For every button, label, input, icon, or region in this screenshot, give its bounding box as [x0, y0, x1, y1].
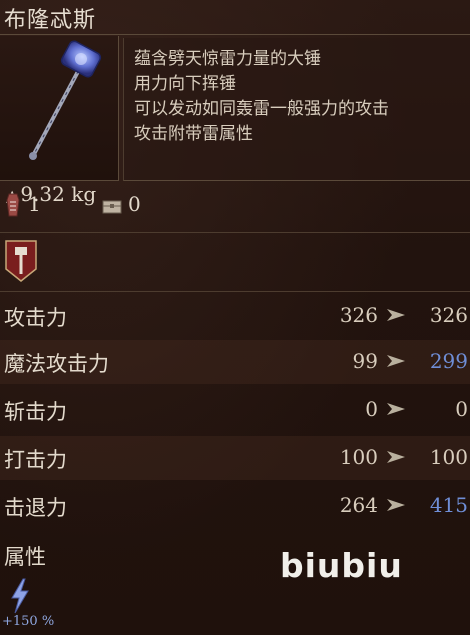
watermark-text: biubiu: [280, 546, 403, 585]
item-title: 布隆忒斯: [4, 8, 97, 33]
stat-base-value: 100: [339, 445, 378, 469]
stat-base-value: 99: [352, 349, 378, 373]
item-counts: 1 0: [0, 182, 470, 232]
stat-row-magic-attack: 魔法攻击力 99 299: [0, 340, 470, 384]
stat-new-value: 415: [429, 493, 468, 517]
stat-new-value: 100: [429, 445, 468, 469]
stat-base-value: 0: [365, 397, 378, 421]
stat-name: 打击力: [4, 448, 67, 472]
inventory-bag-icon: [6, 193, 20, 217]
description-line: 蕴含劈天惊雷力量的大锤: [134, 49, 321, 69]
description-line: 可以发动如同轰雷一般强力的攻击: [134, 99, 389, 119]
stat-name: 击退力: [4, 496, 67, 520]
arrow-right-icon: [387, 403, 405, 415]
lightning-icon: [11, 578, 29, 614]
stat-new-value: 326: [429, 303, 468, 327]
arrow-right-icon: [387, 309, 405, 321]
arrow-right-icon: [387, 451, 405, 463]
stat-row-attack: 攻击力 326 326: [0, 294, 470, 338]
stat-base-value: 326: [339, 303, 378, 327]
weapon-type-row: [0, 232, 470, 292]
stat-base-value: 264: [339, 493, 378, 517]
item-description: 蕴含劈天惊雷力量的大锤 用力向下挥锤 可以发动如同轰雷一般强力的攻击 攻击附带雷…: [123, 38, 470, 181]
storage-chest-icon: [102, 200, 122, 214]
stat-name: 斩击力: [4, 400, 67, 424]
stat-row-slash: 斩击力 0 0: [0, 388, 470, 432]
warhammer-icon: [29, 40, 102, 160]
attribute-value: +150 %: [2, 614, 55, 629]
stat-row-strike: 打击力 100 100: [0, 436, 470, 480]
stat-row-knockdown: 击退力 264 415: [0, 484, 470, 528]
description-line: 攻击附带雷属性: [134, 124, 253, 144]
header-divider: [0, 34, 470, 35]
hammer-class-icon: [5, 240, 37, 282]
item-image-frame: ▲9.32 kg: [0, 36, 119, 206]
description-line: 用力向下挥锤: [134, 74, 236, 94]
storage-count: 0: [128, 192, 141, 216]
owned-count: 1: [28, 192, 41, 216]
stat-name: 攻击力: [4, 306, 67, 330]
item-detail-panel: 布隆忒斯 ▲9.32 kg: [0, 0, 470, 635]
stat-new-value: 0: [455, 397, 468, 421]
attribute-title: 属性: [4, 545, 46, 569]
stat-new-value: 299: [429, 349, 468, 373]
stat-name: 魔法攻击力: [4, 352, 109, 376]
arrow-right-icon: [387, 355, 405, 367]
arrow-right-icon: [387, 499, 405, 511]
